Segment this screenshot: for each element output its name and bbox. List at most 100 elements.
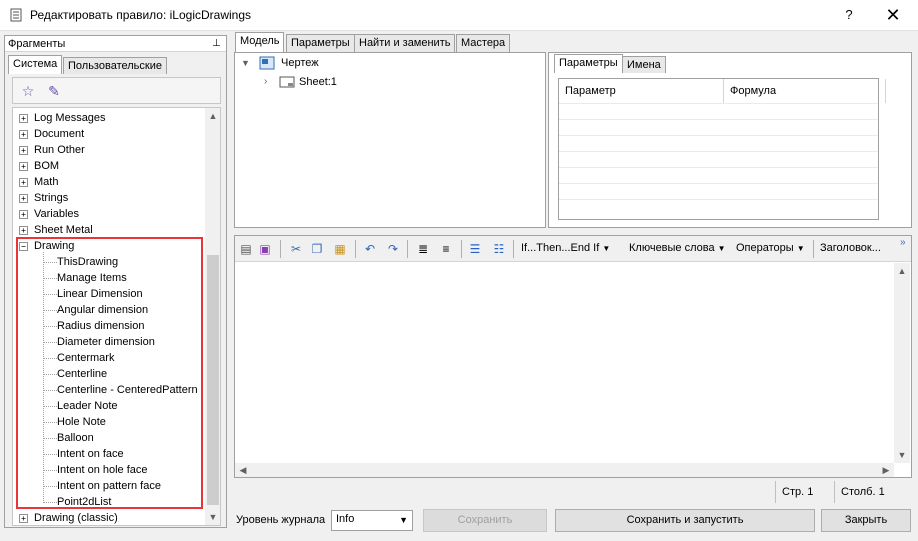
chevron-down-icon: ▼: [796, 244, 805, 253]
editor-toolbar: ▤ ▣ ✂ ❐ ▦ ↶ ↷ ≣ ≡ ☰ ☷ If...Then...End If…: [235, 236, 911, 262]
redo-icon[interactable]: ↷: [385, 241, 401, 257]
editor-horizontal-scrollbar[interactable]: ◀ ▶: [235, 463, 894, 477]
comment-icon[interactable]: ☰: [467, 241, 483, 257]
save-button[interactable]: Сохранить: [423, 509, 547, 532]
tree-scroll-thumb[interactable]: [207, 255, 219, 505]
code-input-area[interactable]: [235, 263, 894, 463]
tab-params-list[interactable]: Параметры: [554, 54, 623, 73]
tab-user[interactable]: Пользовательские: [63, 57, 167, 74]
tree-category[interactable]: + Math: [13, 174, 203, 190]
edit-favorite-icon[interactable]: ✎: [45, 82, 63, 100]
chevron-right-icon[interactable]: ›: [264, 76, 267, 87]
table-row: [559, 135, 878, 151]
tree-category[interactable]: + Run Other: [13, 142, 203, 158]
scroll-down-icon[interactable]: ▼: [894, 447, 910, 463]
expand-icon[interactable]: +: [19, 226, 28, 235]
chevron-down-icon[interactable]: ▼: [241, 58, 250, 68]
table-row: [559, 119, 878, 135]
toolbar-separator: [355, 240, 356, 258]
column-header-formula[interactable]: Формула: [724, 79, 886, 103]
tab-names[interactable]: Имена: [622, 56, 666, 73]
toolbar-separator: [407, 240, 408, 258]
tree-category[interactable]: + Log Messages: [13, 110, 203, 126]
editor-vertical-scrollbar[interactable]: ▲ ▼: [894, 263, 910, 463]
cut-icon[interactable]: ✂: [288, 241, 304, 257]
toolbar-overflow-icon[interactable]: »: [900, 237, 906, 248]
header-menu[interactable]: Заголовок...: [820, 242, 881, 254]
status-line: Стр. 1: [775, 481, 835, 503]
chevron-down-icon: ▼: [602, 244, 611, 253]
toolbar-separator: [813, 240, 814, 258]
scroll-up-icon[interactable]: ▲: [894, 263, 910, 279]
drawing-doc-icon: [259, 56, 275, 70]
tab-parameters[interactable]: Параметры: [286, 34, 355, 52]
operators-menu[interactable]: Операторы ▼: [736, 242, 805, 254]
expand-icon[interactable]: +: [19, 114, 28, 123]
tab-model[interactable]: Модель: [235, 32, 285, 52]
expand-icon[interactable]: +: [19, 130, 28, 139]
tree-category[interactable]: + BOM: [13, 158, 203, 174]
table-row: [559, 167, 878, 183]
uncomment-icon[interactable]: ☷: [491, 241, 507, 257]
tab-system[interactable]: Система: [8, 55, 63, 74]
pin-icon[interactable]: ⊥: [212, 38, 221, 49]
model-root-label[interactable]: Чертеж: [281, 57, 319, 69]
table-row: [559, 103, 878, 119]
log-level-select[interactable]: Info ▼: [331, 510, 413, 531]
add-favorite-icon[interactable]: ☆: [19, 82, 37, 100]
title-bar: Редактировать правило: iLogicDrawings ? …: [0, 0, 918, 31]
toolbar-separator: [513, 240, 514, 258]
expand-icon[interactable]: +: [19, 210, 28, 219]
scroll-down-icon[interactable]: ▼: [205, 509, 220, 525]
drawing-highlight-box: [16, 237, 203, 509]
tree-category[interactable]: + Strings: [13, 190, 203, 206]
indent-icon[interactable]: ≣: [415, 241, 431, 257]
model-tree-pane: ▼ Чертеж › Sheet:1: [234, 52, 546, 228]
chevron-down-icon: ▼: [399, 515, 408, 525]
undo-icon[interactable]: ↶: [362, 241, 378, 257]
copy-icon[interactable]: ❐: [309, 241, 325, 257]
print-icon[interactable]: ▤: [238, 241, 254, 257]
expand-icon[interactable]: +: [19, 194, 28, 203]
paste-icon[interactable]: ▦: [332, 241, 348, 257]
status-bar: Стр. 1 Столб. 1: [234, 481, 912, 503]
preview-icon[interactable]: ▣: [257, 241, 273, 257]
params-grid: Параметр Формула: [558, 78, 886, 220]
column-header-param[interactable]: Параметр: [559, 79, 724, 103]
help-button[interactable]: ?: [834, 2, 864, 28]
tree-category[interactable]: + Sheet Metal: [13, 222, 203, 238]
save-and-run-button[interactable]: Сохранить и запустить: [555, 509, 815, 532]
fragments-title: Фрагменты: [8, 38, 66, 50]
fragments-header: Фрагменты ⊥: [5, 36, 226, 52]
params-panel: Параметры Имена Параметр Формула: [548, 52, 912, 228]
scroll-up-icon[interactable]: ▲: [205, 108, 220, 124]
tree-category[interactable]: + Document: [13, 126, 203, 142]
expand-icon[interactable]: +: [19, 178, 28, 187]
tree-category[interactable]: + Variables: [13, 206, 203, 222]
toolbar-separator: [280, 240, 281, 258]
sheet-label[interactable]: Sheet:1: [299, 76, 337, 88]
close-button[interactable]: Закрыть: [821, 509, 911, 532]
if-then-menu[interactable]: If...Then...End If ▼: [521, 242, 610, 254]
code-editor-frame: ▤ ▣ ✂ ❐ ▦ ↶ ↷ ≣ ≡ ☰ ☷ If...Then...End If…: [234, 235, 912, 478]
status-column: Столб. 1: [834, 481, 912, 503]
tree-category[interactable]: + Drawing (classic): [13, 510, 203, 525]
close-window-button[interactable]: ✕: [875, 2, 911, 28]
fragments-toolbar: ☆ ✎: [12, 77, 221, 104]
rule-scroll-icon: [10, 8, 22, 22]
keywords-menu[interactable]: Ключевые слова ▼: [629, 242, 726, 254]
expand-icon[interactable]: +: [19, 146, 28, 155]
scroll-right-icon[interactable]: ▶: [878, 462, 894, 478]
scroll-left-icon[interactable]: ◀: [235, 462, 251, 478]
expand-icon[interactable]: +: [19, 514, 28, 523]
outdent-icon[interactable]: ≡: [438, 241, 454, 257]
chevron-down-icon: ▼: [717, 244, 726, 253]
expand-icon[interactable]: +: [19, 162, 28, 171]
table-row: [559, 151, 878, 167]
window-title: Редактировать правило: iLogicDrawings: [30, 8, 251, 22]
toolbar-separator: [461, 240, 462, 258]
tab-find-replace[interactable]: Найти и заменить: [354, 34, 456, 52]
sheet-icon: [279, 76, 295, 88]
table-row: [559, 199, 878, 215]
tab-wizards[interactable]: Мастера: [456, 34, 511, 52]
